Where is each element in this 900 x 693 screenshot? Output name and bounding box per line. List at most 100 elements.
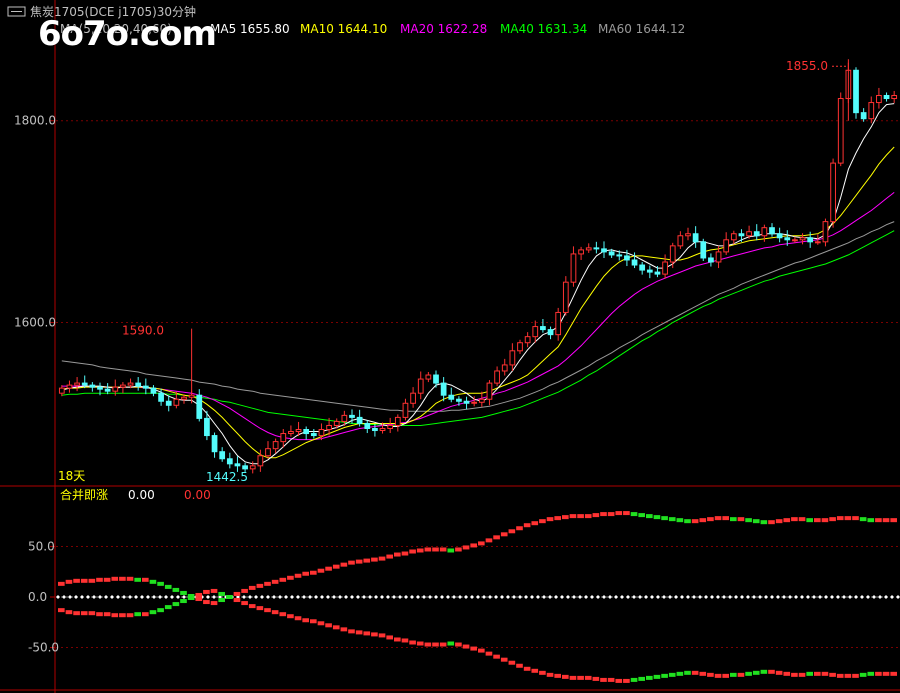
indicator-point <box>829 517 836 522</box>
indicator-point <box>203 600 210 605</box>
zero-marker <box>128 595 132 599</box>
zero-marker <box>320 595 324 599</box>
indicator-point <box>363 558 371 563</box>
indicator-point <box>859 517 867 522</box>
indicator-point <box>691 519 699 524</box>
zero-marker <box>170 595 174 599</box>
candle-body <box>769 227 775 235</box>
indicator-point <box>844 673 852 678</box>
candle-body <box>341 414 348 422</box>
zero-marker <box>254 595 258 599</box>
zero-marker <box>860 595 864 599</box>
zero-marker <box>620 595 624 599</box>
zero-marker <box>326 595 330 599</box>
zero-marker <box>554 595 558 599</box>
zero-marker <box>722 595 726 599</box>
candle-body <box>883 95 890 100</box>
zero-marker <box>488 595 492 599</box>
zero-marker <box>764 595 768 599</box>
indicator-point <box>210 601 218 606</box>
zero-marker <box>878 595 882 599</box>
indicator-point <box>554 673 561 678</box>
zero-marker <box>338 595 342 599</box>
indicator-point <box>470 543 477 548</box>
indicator-point <box>134 577 141 582</box>
zero-marker <box>290 595 294 599</box>
indicator-point <box>569 675 577 680</box>
indicator-point <box>386 635 393 640</box>
candle-body <box>776 233 783 239</box>
candle-body <box>761 227 768 237</box>
indicator-point <box>371 557 378 562</box>
indicator-point <box>340 562 348 567</box>
zero-marker <box>146 595 150 599</box>
indicator-point <box>287 575 294 580</box>
candle-body <box>478 398 485 403</box>
indicator-point <box>592 676 600 681</box>
candle-body <box>708 257 714 263</box>
indicator-point <box>508 529 516 534</box>
zero-marker <box>350 595 354 599</box>
zero-marker <box>572 595 576 599</box>
indicator-point <box>806 671 813 676</box>
ma20-label: MA20 1622.28 <box>400 22 487 36</box>
zero-marker <box>104 595 108 599</box>
indicator-point <box>615 511 623 516</box>
candle-body <box>249 465 256 470</box>
zero-marker <box>176 595 180 599</box>
zero-marker <box>818 595 822 599</box>
period-label: 18天 <box>58 469 85 483</box>
candle-body <box>158 392 164 402</box>
indicator-point <box>119 613 126 618</box>
indicator-point <box>218 591 225 596</box>
zero-marker <box>746 595 750 599</box>
indicator-point <box>890 518 897 523</box>
candle-body <box>257 455 264 467</box>
zero-marker <box>698 595 702 599</box>
indicator-point <box>699 671 707 676</box>
candle-body <box>616 254 623 257</box>
candle-body <box>585 247 592 251</box>
zero-marker <box>686 595 690 599</box>
indicator-point <box>355 559 363 564</box>
candle-body <box>372 428 378 432</box>
low-label: 1442.5 <box>206 470 248 484</box>
indicator-point <box>730 517 737 522</box>
indicator-point <box>142 612 149 617</box>
indicator-point <box>859 672 867 677</box>
indicator-point <box>653 515 661 520</box>
zero-marker <box>566 595 570 599</box>
candle-body <box>74 382 80 386</box>
candle-body <box>234 463 241 467</box>
indicator-point <box>485 538 493 543</box>
indicator-point <box>737 517 745 522</box>
zero-marker <box>92 595 96 599</box>
candle-body <box>532 326 539 338</box>
candle-body <box>654 271 661 275</box>
indicator-point <box>73 611 80 616</box>
indicator-point <box>569 514 577 519</box>
indicator-point <box>378 633 386 638</box>
zero-marker <box>578 595 582 599</box>
candle-body <box>593 247 600 250</box>
candle-body <box>830 162 836 223</box>
indicator-point <box>157 581 164 586</box>
zero-marker <box>866 595 870 599</box>
indicator-point <box>164 605 172 610</box>
indicator-point <box>638 676 645 681</box>
indicator-point <box>126 576 134 581</box>
indicator-point <box>867 518 875 523</box>
indicator-point <box>798 672 806 677</box>
indicator-value-2: 0.00 <box>184 488 211 502</box>
indicator-point <box>760 520 768 525</box>
candle-body <box>555 311 562 336</box>
indicator-point <box>187 596 195 601</box>
indicator-point <box>684 519 691 524</box>
zero-marker <box>560 595 564 599</box>
indicator-title: 合并即涨 <box>60 487 108 502</box>
zero-marker <box>728 595 732 599</box>
indicator-point <box>65 579 73 584</box>
indicator-point <box>707 517 714 522</box>
indicator-point <box>416 641 424 646</box>
indicator-point <box>409 549 416 554</box>
